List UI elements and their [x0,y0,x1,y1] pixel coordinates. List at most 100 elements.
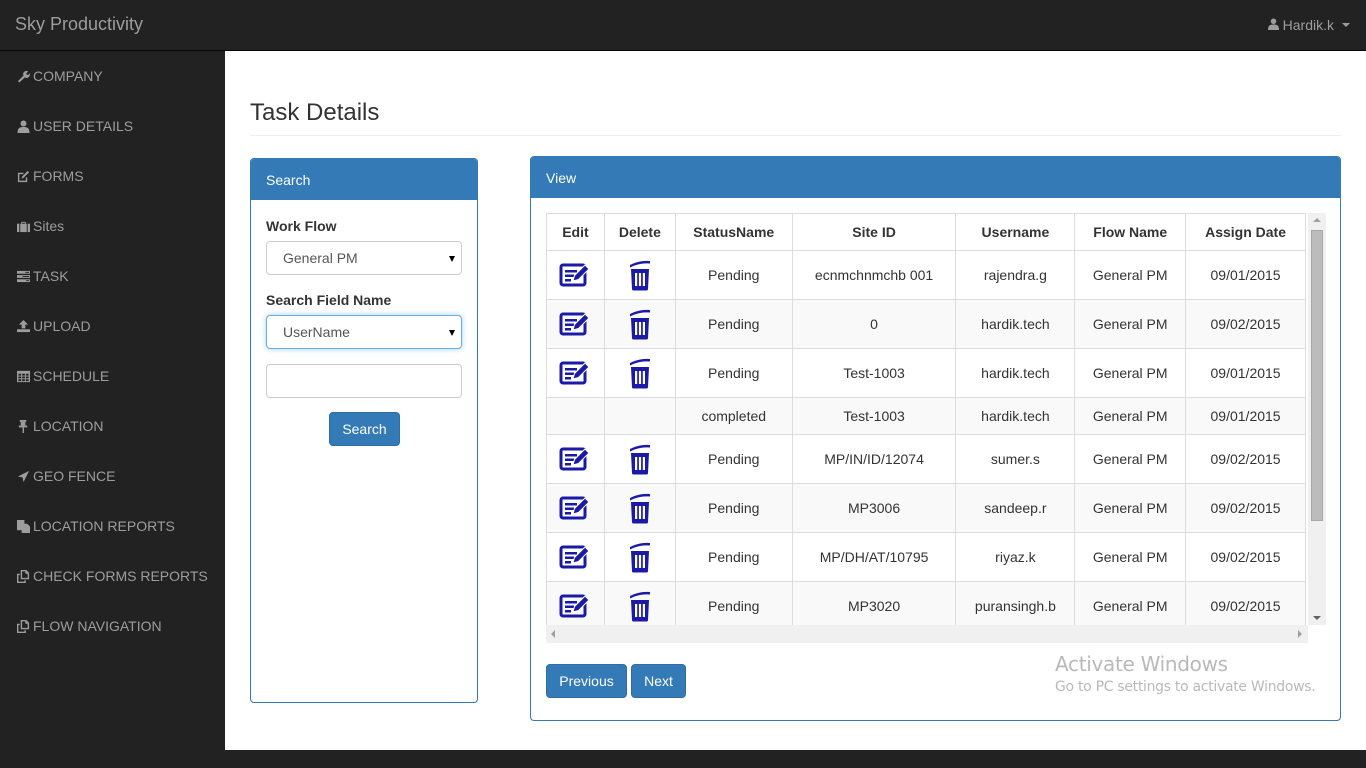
search-input[interactable] [266,364,462,398]
trash-icon[interactable] [628,357,652,389]
user-menu-dropdown[interactable]: Hardik.k [1267,17,1350,33]
sidebar-item-user-details[interactable]: USER DETAILS [17,116,133,136]
sidebar-item-task[interactable]: TASK [17,266,69,286]
view-panel-heading: View [531,157,1340,198]
trash-icon[interactable] [628,492,652,524]
column-header-site-id[interactable]: Site ID [791,213,957,251]
username-cell: sandeep.r [955,483,1076,533]
sidebar-item-sites[interactable]: Sites [17,216,64,236]
workflow-select[interactable]: General PM [266,241,462,275]
flow-name-cell: General PM [1074,434,1187,484]
assign-date-cell: 09/01/2015 [1185,250,1306,300]
delete-cell [603,250,676,300]
tasks-icon [17,269,33,283]
delete-cell [603,483,676,533]
edit-cell [546,299,605,349]
send-arrow-icon [17,469,33,483]
table-row: completed Test-1003 hardik.tech General PM 0… [546,397,1306,435]
status-cell: Pending [674,532,793,582]
edit-icon[interactable] [559,495,591,521]
scroll-left-arrow-icon[interactable] [551,630,555,638]
site-id-cell: 0 [791,299,957,349]
pushpin-icon [17,419,33,433]
sidebar-item-forms[interactable]: FORMS [17,166,84,186]
site-id-cell: MP/IN/ID/12074 [791,434,957,484]
scroll-right-arrow-icon[interactable] [1298,630,1302,638]
table-row: Pending MP/IN/ID/12074 sumer.s General PM 09… [546,434,1306,484]
edit-cell [546,250,605,300]
search-field-label: Search Field Name [266,292,392,308]
trash-icon[interactable] [628,308,652,340]
trash-icon[interactable] [628,590,652,622]
edit-icon[interactable] [559,360,591,386]
delete-cell [603,397,676,435]
sidebar-item-location-reports[interactable]: LOCATION REPORTS [17,516,175,536]
table-row: Pending Test-1003 hardik.tech General PM 09/… [546,348,1306,398]
flow-name-cell: General PM [1074,532,1187,582]
assign-date-cell: 09/02/2015 [1185,299,1306,349]
watermark-title: Activate Windows [1055,652,1228,676]
sidebar-item-geo-fence[interactable]: GEO FENCE [17,466,115,486]
status-cell: completed [674,397,793,435]
status-cell: Pending [674,348,793,398]
username-cell: hardik.tech [955,299,1076,349]
flow-name-cell: General PM [1074,250,1187,300]
column-header-status[interactable]: StatusName [674,213,793,251]
sidebar-item-flow-navigation[interactable]: FLOW NAVIGATION [17,616,162,636]
trash-icon[interactable] [628,443,652,475]
delete-cell [603,348,676,398]
edit-icon[interactable] [559,544,591,570]
site-id-cell: ecnmchnmchb 001 [791,250,957,300]
documents-icon [17,519,33,533]
user-icon [17,119,33,133]
horizontal-scrollbar[interactable] [546,625,1308,643]
vertical-scrollbar[interactable] [1308,213,1326,625]
sidebar-item-schedule[interactable]: SCHEDULE [17,366,109,386]
edit-icon[interactable] [559,593,591,619]
delete-cell [603,434,676,484]
table-row: Pending 0 hardik.tech General PM 09/02/2015 [546,299,1306,349]
scroll-up-arrow-icon[interactable] [1313,218,1321,222]
task-table-container: Edit Delete StatusName Site ID Username … [546,213,1326,643]
previous-button[interactable]: Previous [546,664,627,698]
status-cell: Pending [674,483,793,533]
table-row: Pending MP/DH/AT/10795 riyaz.k General PM 09… [546,532,1306,582]
edit-icon[interactable] [559,446,591,472]
briefcase-icon [17,219,33,233]
site-id-cell: Test-1003 [791,348,957,398]
sidebar-item-company[interactable]: COMPANY [17,66,103,86]
search-panel-heading: Search [251,159,477,200]
dropdown-arrow-icon [449,330,455,336]
workflow-select-value: General PM [283,250,358,266]
column-header-edit[interactable]: Edit [546,213,605,251]
column-header-username[interactable]: Username [955,213,1076,251]
brand-logo[interactable]: Sky Productivity [15,14,143,35]
search-button[interactable]: Search [329,412,400,446]
column-header-flow-name[interactable]: Flow Name [1074,213,1187,251]
sidebar-item-check-forms-reports[interactable]: CHECK FORMS REPORTS [17,566,208,586]
search-field-select[interactable]: UserName [266,315,462,349]
main-content: Task Details Search Work Flow General PM… [225,51,1366,750]
delete-cell [603,532,676,582]
sidebar-item-location[interactable]: LOCATION [17,416,104,436]
next-button[interactable]: Next [631,664,686,698]
title-divider [250,135,1341,136]
flow-name-cell: General PM [1074,299,1187,349]
status-cell: Pending [674,299,793,349]
trash-icon[interactable] [628,259,652,291]
edit-icon[interactable] [559,311,591,337]
user-icon [1267,17,1279,33]
calendar-grid-icon [17,369,33,383]
copy-icon [17,569,33,583]
vertical-scrollbar-thumb[interactable] [1311,230,1323,521]
scroll-down-arrow-icon[interactable] [1313,616,1321,620]
edit-cell [546,348,605,398]
task-table: Edit Delete StatusName Site ID Username … [546,213,1306,631]
column-header-delete[interactable]: Delete [603,213,676,251]
assign-date-cell: 09/02/2015 [1185,434,1306,484]
column-header-assign-date[interactable]: Assign Date [1185,213,1306,251]
flow-name-cell: General PM [1074,348,1187,398]
trash-icon[interactable] [628,541,652,573]
edit-icon[interactable] [559,262,591,288]
sidebar-item-upload[interactable]: UPLOAD [17,316,91,336]
